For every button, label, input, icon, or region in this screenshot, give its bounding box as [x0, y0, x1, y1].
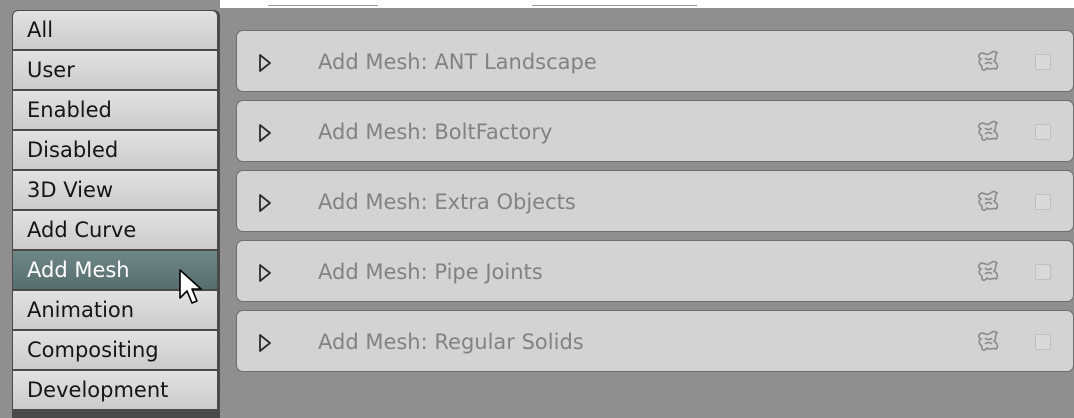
category-all[interactable]: All — [13, 11, 217, 49]
category-label: User — [27, 58, 75, 82]
plugin-icon — [977, 260, 999, 281]
triangle-right-icon[interactable] — [257, 123, 273, 143]
plugin-icon — [977, 50, 999, 71]
category-label: Enabled — [27, 98, 112, 122]
addon-row[interactable]: Add Mesh: ANT Landscape — [236, 30, 1074, 92]
enable-checkbox[interactable] — [1035, 334, 1051, 350]
top-toolbar-fragment — [220, 0, 1074, 8]
triangle-right-icon[interactable] — [257, 53, 273, 73]
category-label: Compositing — [27, 338, 159, 362]
category-label: Add Mesh — [27, 258, 130, 282]
mouse-cursor-icon — [179, 269, 202, 304]
category-label: 3D View — [27, 178, 114, 202]
addon-name: Add Mesh: Extra Objects — [318, 190, 576, 214]
addon-name: Add Mesh: Pipe Joints — [318, 260, 543, 284]
addon-name: Add Mesh: ANT Landscape — [318, 50, 597, 74]
category-label: All — [27, 18, 54, 42]
category-user[interactable]: User — [13, 51, 217, 89]
plugin-icon — [977, 190, 999, 211]
category-development[interactable]: Development — [13, 371, 217, 409]
category-compositing[interactable]: Compositing — [13, 331, 217, 369]
enable-checkbox[interactable] — [1035, 54, 1051, 70]
toolbar-fragment-right — [532, 0, 697, 6]
addon-name: Add Mesh: BoltFactory — [318, 120, 553, 144]
category-label: Development — [27, 378, 169, 402]
addon-row[interactable]: Add Mesh: Regular Solids — [236, 310, 1074, 372]
category-label: Add Curve — [27, 218, 137, 242]
addon-row[interactable]: Add Mesh: Extra Objects — [236, 170, 1074, 232]
category-sidebar: All User Enabled Disabled 3D View Add Cu… — [12, 10, 220, 418]
plugin-icon — [977, 330, 999, 351]
category-add-curve[interactable]: Add Curve — [13, 211, 217, 249]
category-3d-view[interactable]: 3D View — [13, 171, 217, 209]
addon-row[interactable]: Add Mesh: Pipe Joints — [236, 240, 1074, 302]
enable-checkbox[interactable] — [1035, 264, 1051, 280]
toolbar-fragment-left — [268, 0, 378, 6]
enable-checkbox[interactable] — [1035, 124, 1051, 140]
addon-row[interactable]: Add Mesh: BoltFactory — [236, 100, 1074, 162]
category-label: Disabled — [27, 138, 119, 162]
category-label: Animation — [27, 298, 135, 322]
enable-checkbox[interactable] — [1035, 194, 1051, 210]
category-disabled[interactable]: Disabled — [13, 131, 217, 169]
addon-name: Add Mesh: Regular Solids — [318, 330, 584, 354]
triangle-right-icon[interactable] — [257, 193, 273, 213]
triangle-right-icon[interactable] — [257, 333, 273, 353]
plugin-icon — [977, 120, 999, 141]
triangle-right-icon[interactable] — [257, 263, 273, 283]
category-enabled[interactable]: Enabled — [13, 91, 217, 129]
